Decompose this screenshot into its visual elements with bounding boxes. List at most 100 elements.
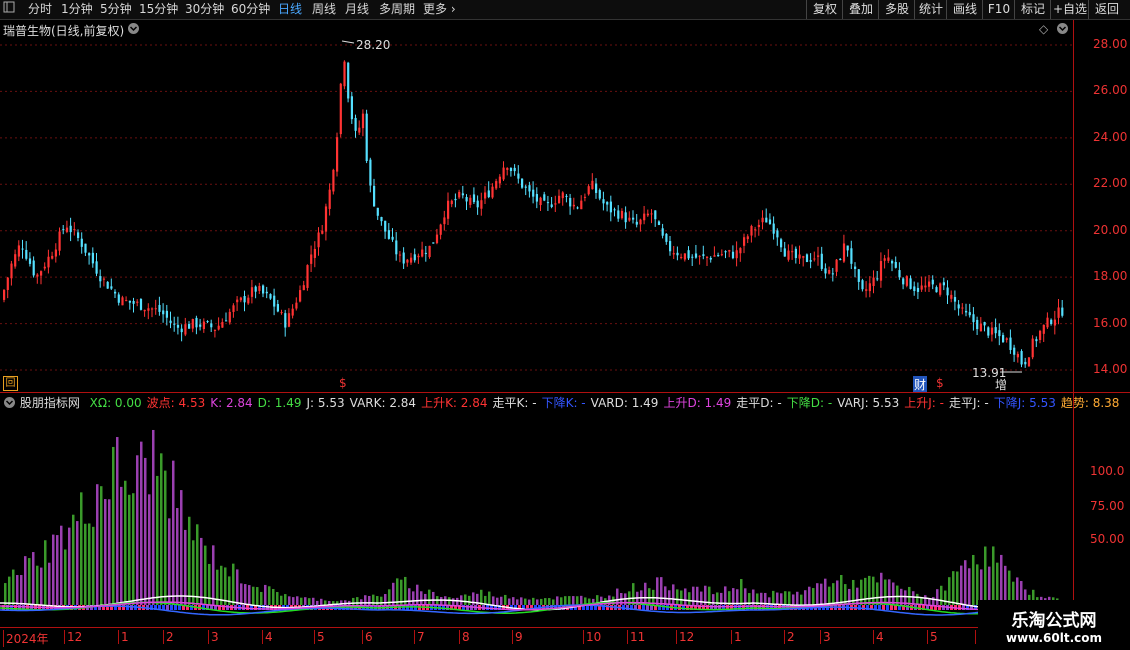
candle-body <box>106 281 109 289</box>
x-axis-label: 12 <box>64 630 82 644</box>
indicator-bar <box>288 596 291 605</box>
candle-body <box>158 304 161 312</box>
candle-body <box>291 308 294 316</box>
indicator-bar <box>272 588 275 605</box>
indicator-bar <box>88 523 91 605</box>
diamond-icon[interactable]: ◇ <box>1039 22 1048 36</box>
period-7[interactable]: 日线 <box>278 1 302 18</box>
candle-body <box>413 254 416 261</box>
indicator-bar <box>232 563 235 605</box>
candle-body <box>513 167 516 172</box>
candle-body <box>1053 319 1056 326</box>
tool-btn-7[interactable]: 标记 <box>1014 0 1051 19</box>
tool-btn-5[interactable]: 画线 <box>946 0 983 19</box>
candle-body <box>824 268 827 274</box>
candle-body <box>720 254 723 256</box>
indicator-bar <box>924 595 927 605</box>
x-axis-label: 9 <box>512 630 523 644</box>
candle-body <box>269 294 272 299</box>
period-11[interactable]: 更多 › <box>423 1 456 18</box>
candle-body <box>188 324 191 329</box>
tool-btn-4[interactable]: 统计 <box>914 0 947 19</box>
y-tick-label: 100.0 <box>1090 464 1125 478</box>
candle-body <box>805 254 809 263</box>
indicator-bar <box>408 588 411 605</box>
period-8[interactable]: 周线 <box>312 1 336 18</box>
period-9[interactable]: 月线 <box>345 1 369 18</box>
candle-body <box>854 266 857 269</box>
dropdown-icon[interactable] <box>127 22 140 38</box>
indicator-chart[interactable] <box>0 408 1073 628</box>
collapse-icon[interactable] <box>1056 22 1069 38</box>
high-price-label: 28.20 <box>356 38 391 52</box>
period-2[interactable]: 1分钟 <box>61 1 93 18</box>
candle-body <box>299 290 302 302</box>
candle-body <box>632 217 635 220</box>
dollar-marker[interactable]: $ <box>339 376 347 390</box>
candle-body <box>47 256 50 268</box>
candle-body <box>739 248 742 254</box>
replay-icon[interactable]: 回 <box>3 376 18 391</box>
candle-body <box>669 241 672 252</box>
tool-btn-8[interactable]: +自选 <box>1050 0 1089 19</box>
candle-body <box>165 310 168 318</box>
x-axis-label: 10 <box>583 630 601 644</box>
candle-body <box>1016 353 1019 358</box>
candle-body <box>972 314 975 323</box>
dollar-marker[interactable]: $ <box>936 376 944 390</box>
finance-marker[interactable]: 财 <box>913 376 928 393</box>
indicator-bar <box>568 596 571 605</box>
period-1[interactable]: 分时 <box>28 1 52 18</box>
candle-body <box>680 257 683 259</box>
candle-body <box>831 273 834 275</box>
tool-btn-3[interactable]: 多股 <box>878 0 915 19</box>
price-chart[interactable] <box>0 20 1073 392</box>
tool-btn-1[interactable]: 复权 <box>806 0 843 19</box>
increase-marker[interactable]: 增 <box>995 376 1007 393</box>
candle-body <box>798 254 801 259</box>
period-3[interactable]: 5分钟 <box>100 1 132 18</box>
candle-body <box>51 255 54 259</box>
indicator-bar <box>72 514 75 605</box>
period-10[interactable]: 多周期 <box>379 1 415 18</box>
candle-body <box>743 237 746 246</box>
indicator-bar <box>224 567 227 605</box>
candle-body <box>924 285 927 288</box>
indicator-bar <box>520 597 523 605</box>
indicator-bar <box>776 592 779 605</box>
indicator-bar <box>840 575 843 605</box>
indicator-bar <box>324 600 327 605</box>
indicator-bar <box>424 593 427 605</box>
candle-body <box>961 307 964 309</box>
period-4[interactable]: 15分钟 <box>139 1 178 18</box>
candle-body <box>258 285 261 291</box>
tool-btn-2[interactable]: 叠加 <box>842 0 879 19</box>
period-6[interactable]: 60分钟 <box>231 1 270 18</box>
price-axis <box>1073 20 1130 650</box>
candle-body <box>717 255 720 257</box>
candle-body <box>180 328 183 333</box>
indicator-bar <box>196 524 199 605</box>
candle-body <box>136 301 139 303</box>
candle-body <box>539 197 542 206</box>
indicator-bar <box>824 578 827 605</box>
tool-btn-9[interactable]: 返回 <box>1088 0 1125 19</box>
indicator-bar <box>932 597 935 605</box>
candle-body <box>40 271 43 276</box>
period-5[interactable]: 30分钟 <box>185 1 224 18</box>
tool-btn-6[interactable]: F10 <box>982 0 1015 19</box>
x-axis-label: 6 <box>362 630 373 644</box>
indicator-bar <box>152 429 155 605</box>
candle-body <box>36 274 39 277</box>
x-axis-label: 2024年 <box>3 630 49 647</box>
x-axis-label: 5 <box>927 630 938 644</box>
candle-body <box>1013 347 1016 355</box>
indicator-bar <box>320 598 323 605</box>
candle-body <box>957 304 960 309</box>
indicator-bar <box>632 583 635 605</box>
chart-title: 瑞普生物(日线,前复权) <box>3 24 125 38</box>
candle-body <box>28 258 32 264</box>
panel-toggle-icon[interactable] <box>3 1 15 18</box>
candle-body <box>110 286 113 289</box>
indicator-bar <box>772 590 775 605</box>
